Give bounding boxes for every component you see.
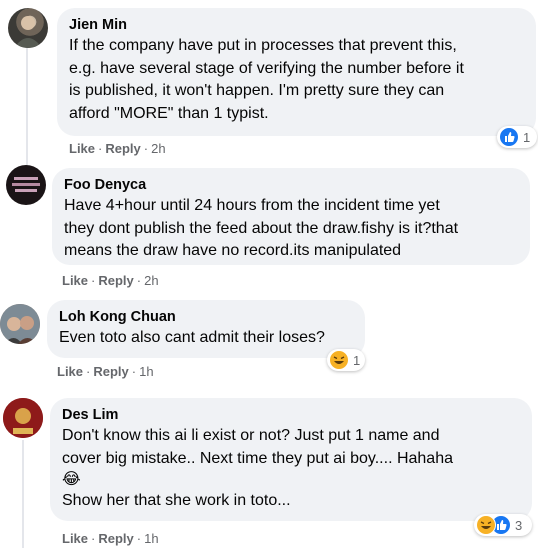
comment-actions: Like · Reply · 1h [57, 364, 154, 379]
comment-text: Even toto also cant admit their loses? [59, 329, 325, 346]
comment-actions: Like · Reply · 2h [69, 141, 166, 156]
comment-actions: Like · Reply · 2h [62, 273, 159, 288]
like-reaction-icon [499, 127, 519, 147]
like-button[interactable]: Like [69, 141, 95, 156]
comment-time[interactable]: 2h [144, 273, 158, 288]
comment-bubble: Des Lim Don't know this ai li exist or n… [50, 398, 532, 521]
avatar[interactable] [3, 398, 43, 438]
like-button[interactable]: Like [62, 273, 88, 288]
like-button[interactable]: Like [57, 364, 83, 379]
haha-reaction-icon [329, 350, 349, 370]
comment-time[interactable]: 1h [139, 364, 153, 379]
comment-text-continued: Show her that she work in toto... [62, 492, 291, 509]
avatar[interactable] [8, 8, 48, 48]
reaction-count: 1 [353, 352, 361, 368]
comment-text: Have 4+hour until 24 hours from the inci… [64, 197, 459, 259]
thread-line [26, 48, 28, 168]
comment-author[interactable]: Foo Denyca [64, 176, 518, 194]
comment-author[interactable]: Jien Min [69, 16, 524, 34]
reply-button[interactable]: Reply [105, 141, 140, 156]
comment-text: Don't know this ai li exist or not? Just… [62, 427, 453, 467]
avatar-photo-icon [0, 304, 40, 344]
reaction-count: 1 [523, 129, 531, 145]
comment-text: If the company have put in processes tha… [69, 37, 464, 122]
avatar-photo-icon [14, 16, 42, 48]
reaction-summary[interactable]: 1 [497, 126, 537, 148]
comment-bubble: Jien Min If the company have put in proc… [57, 8, 536, 136]
comment-time[interactable]: 1h [144, 531, 158, 546]
avatar-text-image-icon [12, 177, 40, 192]
reply-button[interactable]: Reply [98, 531, 133, 546]
reaction-summary[interactable]: 3 [474, 514, 532, 536]
comment-emoji: 😂 [62, 471, 81, 488]
comment-bubble: Foo Denyca Have 4+hour until 24 hours fr… [52, 168, 530, 265]
like-button[interactable]: Like [62, 531, 88, 546]
comment-author[interactable]: Des Lim [62, 406, 520, 424]
thread-line [22, 440, 24, 548]
avatar[interactable] [0, 304, 40, 344]
avatar[interactable] [6, 165, 46, 205]
haha-reaction-icon [476, 515, 496, 535]
avatar-festive-image-icon [3, 398, 43, 438]
reply-button[interactable]: Reply [98, 273, 133, 288]
reaction-summary[interactable]: 1 [327, 349, 365, 371]
reply-button[interactable]: Reply [93, 364, 128, 379]
comment-time[interactable]: 2h [151, 141, 165, 156]
comment-actions: Like · Reply · 1h [62, 531, 159, 546]
comment-bubble: Loh Kong Chuan Even toto also cant admit… [47, 300, 365, 358]
comment-author[interactable]: Loh Kong Chuan [59, 308, 353, 326]
reaction-count: 3 [515, 517, 523, 533]
